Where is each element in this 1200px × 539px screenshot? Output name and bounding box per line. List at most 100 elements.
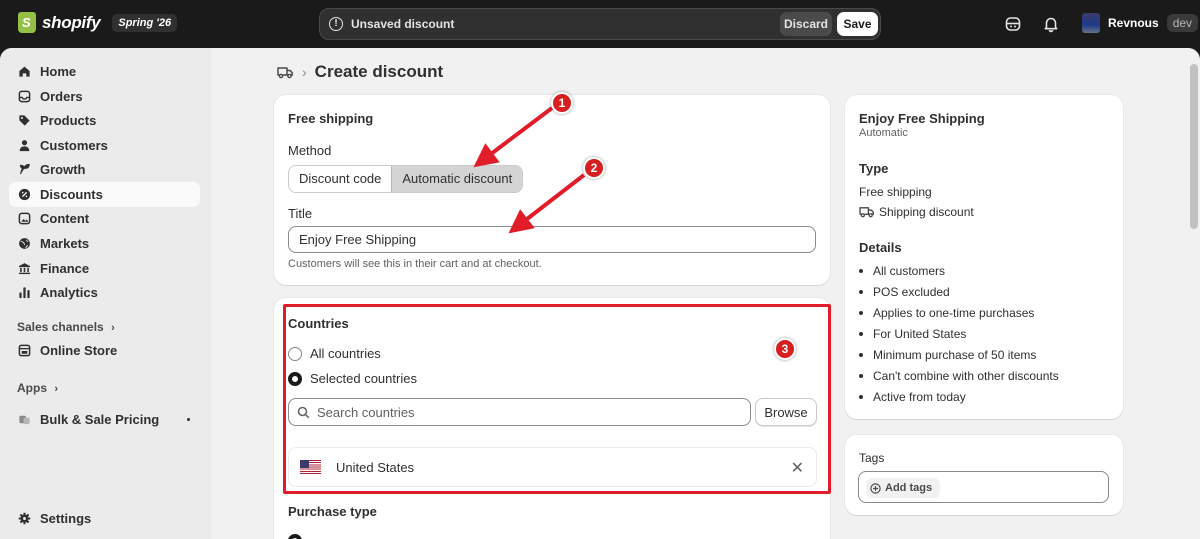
annotation-highlight-box [283,304,831,494]
chart-icon [19,287,30,299]
sidebar-item-analytics[interactable]: Analytics [9,280,200,305]
alert-circle-icon: ! [329,17,343,31]
bullet [859,353,863,357]
add-tags-label: Add tags [885,482,933,494]
sidebar-item-content[interactable]: Content [9,206,200,231]
sidebar-item-label: Home [40,64,77,79]
scroll-thumb[interactable] [1190,64,1198,229]
avatar [1082,13,1100,33]
sidebar-item-bulk-sale-pricing[interactable]: Bulk & Sale Pricing [9,407,200,432]
shopify-logo[interactable]: shopify Spring '26 [18,12,178,33]
sidebar-item-label: Analytics [40,285,98,300]
sidebar-item-online-store[interactable]: Online Store [9,338,200,363]
sidebar-item-home[interactable]: Home [9,59,200,84]
sidebar-item-markets[interactable]: Markets [9,231,200,256]
shipping-truck-icon[interactable] [277,65,294,79]
bullet [859,395,863,399]
bell-icon[interactable] [1042,15,1060,33]
sidebar-item-settings[interactable]: Settings [9,506,200,531]
bullet [859,311,863,315]
bullet [859,374,863,378]
top-bar: shopify Spring '26 ! Unsaved discount Di… [0,0,1200,48]
sidebar-item-label: Finance [40,261,90,276]
add-tags-button[interactable]: Add tags [866,478,941,498]
sidebar: Home Orders Products Customers Growth Di… [0,48,211,539]
detail-item: For United States [873,327,967,341]
page-title: Create discount [314,62,444,81]
type-heading: Type [859,161,889,176]
gear-icon [18,512,31,525]
breadcrumb-separator: › [302,64,307,80]
sales-channels-heading[interactable]: Sales channels › [17,320,115,334]
sidebar-item-label: Orders [40,89,83,104]
summary-title: Enjoy Free Shipping [859,111,985,126]
discount-icon [18,188,31,201]
sidebar-item-discounts[interactable]: Discounts [9,182,200,207]
callout-badge: 1 [551,92,573,114]
discard-button[interactable]: Discard [780,12,832,36]
purchase-type-heading: Purchase type [288,504,377,519]
discount-code-option[interactable]: Discount code [289,166,392,192]
sidebar-item-customers[interactable]: Customers [9,133,200,158]
sidebar-item-label: Customers [40,138,108,153]
bank-icon [18,263,31,275]
sidebar-item-label: Content [40,211,90,226]
shipping-truck-icon [859,207,875,218]
automatic-discount-option[interactable]: Automatic discount [391,166,523,192]
details-heading: Details [859,240,902,255]
title-help-text: Customers will see this in their cart an… [288,258,542,270]
callout-badge: 2 [583,157,605,179]
dev-badge: dev [1166,14,1199,32]
unread-dot [187,418,190,421]
detail-item: Can't combine with other discounts [873,369,1059,383]
bullet [859,290,863,294]
sidebar-item-label: Bulk & Sale Pricing [40,412,160,427]
shopify-bag-icon [18,12,36,33]
unsaved-changes-bar: ! Unsaved discount Discard Save [319,8,881,40]
logo-text: shopify [42,12,101,32]
type-value: Free shipping [859,185,932,199]
free-shipping-card: Free shipping Method Discount code Autom… [274,95,830,285]
unsaved-message: Unsaved discount [351,17,455,31]
bullet [859,332,863,336]
content-icon [18,212,31,225]
card-heading: Free shipping [288,111,374,126]
sidebar-item-orders[interactable]: Orders [9,84,200,109]
title-label: Title [288,206,313,221]
sidebar-item-growth[interactable]: Growth [9,157,200,182]
page-scrollbar[interactable] [1188,48,1200,539]
sidebar-item-products[interactable]: Products [9,108,200,133]
inbox-icon [18,90,31,103]
globe-icon [19,238,30,249]
method-segmented-control: Discount code Automatic discount [288,165,524,193]
tags-heading: Tags [859,451,885,465]
apps-heading[interactable]: Apps › [17,381,58,395]
title-input-value: Enjoy Free Shipping [299,232,417,247]
sidebar-item-finance[interactable]: Finance [9,256,200,281]
sidebar-item-label: Growth [40,162,86,177]
user-menu[interactable]: Revnous dev [1082,13,1199,33]
edition-badge: Spring '26 [112,13,178,32]
method-label: Method [288,143,332,158]
detail-item: Applies to one-time purchases [873,306,1035,320]
store-icon [18,344,31,357]
sales-channels-label: Sales channels [17,320,104,334]
title-input[interactable]: Enjoy Free Shipping [288,226,816,253]
purchase-type-radio[interactable] [288,534,302,539]
save-button[interactable]: Save [837,12,878,36]
sidebar-item-label: Products [40,113,97,128]
detail-item: All customers [873,264,946,278]
callout-badge: 3 [774,338,796,360]
tag-icon [19,115,30,126]
tags-card: Tags Add tags [845,435,1123,515]
summary-subtitle: Automatic [859,127,908,139]
detail-item: Minimum purchase of 50 items [873,348,1037,362]
tags-input[interactable]: Add tags [858,471,1109,503]
bullet [859,269,863,273]
sidekick-icon[interactable] [1004,15,1022,33]
person-icon [19,140,30,152]
plus-circle-icon [870,482,881,494]
app-icon [19,415,30,425]
chevron-right-icon: › [54,383,59,395]
summary-card: Enjoy Free Shipping Automatic Type Free … [845,95,1123,419]
